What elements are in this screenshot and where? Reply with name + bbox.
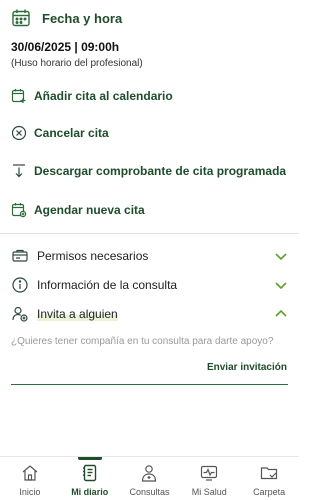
send-invitation-button[interactable]: Enviar invitación xyxy=(207,362,287,373)
nav-item-mi-diario[interactable]: Mi diario xyxy=(60,457,120,500)
invite-question: ¿Quieres tener compañía en tu consulta p… xyxy=(11,336,274,347)
schedule-new-appointment-button[interactable]: Agendar nueva cita xyxy=(11,202,145,218)
nav-item-label: Consultas xyxy=(129,487,170,497)
accordion-permissions-label: Permisos necesarios xyxy=(37,249,149,263)
accordion-invite-label: Invita a alguien xyxy=(37,307,274,321)
calendar-new-icon xyxy=(11,202,27,218)
nav-item-carpeta[interactable]: Carpeta xyxy=(239,457,299,500)
cancel-circle-icon xyxy=(11,125,27,141)
invite-person-icon xyxy=(11,305,29,323)
chevron-down-icon[interactable] xyxy=(274,249,288,263)
nav-item-label: Carpeta xyxy=(253,487,286,497)
permissions-icon xyxy=(11,247,29,265)
download-icon xyxy=(11,163,27,179)
accordion-consultation-info-label: Información de la consulta xyxy=(37,278,178,292)
folder-icon xyxy=(259,463,279,483)
download-receipt-label: Descargar comprobante de cita programada xyxy=(34,164,287,178)
home-icon xyxy=(20,463,40,483)
cancel-appointment-button[interactable]: Cancelar cita xyxy=(11,125,109,141)
cancel-appointment-label: Cancelar cita xyxy=(34,126,109,140)
active-indicator xyxy=(77,457,102,460)
section-divider xyxy=(0,233,299,234)
accordion-invite[interactable]: Invita a alguien xyxy=(11,305,288,323)
timezone-note: (Huso horario del profesional) xyxy=(11,58,143,69)
section-title: Fecha y hora xyxy=(42,10,123,26)
nav-item-consultas[interactable]: Consultas xyxy=(120,457,180,500)
invite-input-underline xyxy=(11,384,288,385)
nav-item-label: Mi diario xyxy=(71,487,109,497)
appointment-header: Fecha y hora xyxy=(11,8,122,28)
add-to-calendar-label: Añadir cita al calendario xyxy=(34,89,173,103)
nav-item-inicio[interactable]: Inicio xyxy=(0,457,60,500)
accordion-permissions[interactable]: Permisos necesarios xyxy=(11,247,288,265)
bottom-navigation: Inicio Mi diario Consultas Mi Salud Carp… xyxy=(0,456,299,500)
nav-item-label: Inicio xyxy=(19,487,41,497)
calendar-add-icon xyxy=(11,88,27,104)
accordion-invite-label-text: Invita a alguien xyxy=(37,307,118,321)
chevron-down-icon[interactable] xyxy=(274,278,288,292)
nav-item-label: Mi Salud xyxy=(191,487,227,497)
nav-item-mi-salud[interactable]: Mi Salud xyxy=(179,457,239,500)
info-icon xyxy=(11,276,29,294)
appointment-datetime: 30/06/2025 | 09:00h xyxy=(11,40,120,54)
calendar-icon xyxy=(11,8,31,28)
health-monitor-icon xyxy=(199,463,219,483)
accordion-consultation-info[interactable]: Información de la consulta xyxy=(11,276,288,294)
chevron-up-icon[interactable] xyxy=(274,307,288,321)
add-to-calendar-button[interactable]: Añadir cita al calendario xyxy=(11,88,173,104)
diary-icon xyxy=(80,463,100,483)
doctor-icon xyxy=(139,463,159,483)
schedule-new-appointment-label: Agendar nueva cita xyxy=(34,203,145,217)
download-receipt-button[interactable]: Descargar comprobante de cita programada xyxy=(11,163,286,179)
